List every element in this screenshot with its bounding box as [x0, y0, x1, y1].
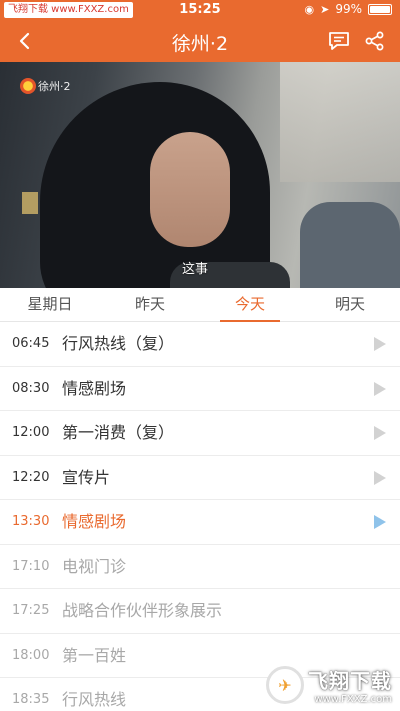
program-title: 第一消费（复） [62, 423, 175, 442]
schedule-row[interactable]: 08:30 情感剧场 [0, 367, 400, 411]
program-time: 18:00 [12, 647, 50, 663]
battery-percent: 99% [335, 2, 362, 16]
program-time: 13:30 [12, 514, 50, 529]
program-title: 行风热线（复） [62, 334, 175, 353]
channel-logo-icon [20, 78, 36, 94]
schedule-row[interactable]: 17:25 战略合作伙伴形象展示 [0, 589, 400, 634]
channel-logo: 徐州·2 [20, 78, 71, 94]
watermark-brand: 飞翔下载 [308, 669, 392, 693]
chat-bubble-icon [329, 32, 349, 50]
status-indicators: ◉ ➤ 99% [304, 2, 392, 16]
tab-1[interactable]: 昨天 [100, 288, 200, 321]
day-tabs: 星期日 昨天 今天 明天 [0, 288, 400, 322]
watermark-text: 飞翔下载 www.FXXZ.com [308, 665, 392, 705]
schedule-row[interactable]: 06:45 行风热线（复） [0, 322, 400, 367]
program-title: 战略合作伙伴形象展示 [62, 601, 223, 620]
nav-bar: 徐州·2 [0, 20, 400, 62]
play-icon[interactable] [374, 515, 386, 529]
location-icon: ➤ [320, 2, 330, 16]
schedule-row[interactable]: 17:10 电视门诊 [0, 545, 400, 589]
tab-2[interactable]: 今天 [200, 288, 300, 322]
video-subtitle: 这事 [182, 262, 209, 277]
program-title: 宣传片 [62, 467, 111, 487]
chevron-left-icon [19, 32, 30, 50]
status-bar: 飞翔下载 www.FXXZ.com 15:25 ◉ ➤ 99% [0, 0, 400, 20]
program-schedule: 06:45 行风热线（复） 08:30 情感剧场 12:00 第一消费（复） 12:20 宣传… [0, 322, 400, 711]
play-icon[interactable] [374, 426, 386, 440]
play-icon[interactable] [374, 337, 386, 351]
battery-icon [368, 3, 392, 15]
program-time: 06:45 [12, 336, 50, 351]
video-frame-face [150, 132, 230, 247]
program-title: 第一百姓 [62, 645, 127, 665]
share-icon [365, 31, 384, 51]
program-time: 08:30 [12, 380, 50, 396]
program-title: 电视门诊 [62, 556, 127, 576]
schedule-row[interactable]: 12:00 第一消费（复） [0, 411, 400, 456]
video-frame-chair [300, 202, 400, 288]
tab-3[interactable]: 明天 [300, 288, 400, 321]
watermark-url: www.FXXZ.com [314, 694, 392, 705]
program-time: 17:10 [12, 558, 50, 574]
program-title: 情感剧场 [62, 378, 127, 398]
video-frame-background [280, 62, 400, 182]
back-button[interactable] [10, 26, 40, 56]
schedule-row[interactable]: 12:20 宣传片 [0, 456, 400, 500]
program-title: 情感剧场 [62, 512, 127, 531]
play-icon[interactable] [374, 381, 386, 396]
tab-0[interactable]: 星期日 [0, 288, 100, 321]
program-time: 18:35 [12, 692, 50, 707]
share-button[interactable] [360, 26, 390, 56]
channel-logo-text: 徐州·2 [38, 80, 71, 93]
program-time: 12:20 [12, 469, 50, 485]
watermark-logo-icon: ✈ [266, 666, 304, 704]
watermark: ✈ 飞翔下载 www.FXXZ.com [266, 665, 392, 705]
play-icon[interactable] [374, 470, 386, 485]
program-time: 12:00 [12, 425, 50, 440]
video-corner-badge [22, 192, 38, 214]
lock-rotation-icon: ◉ [304, 2, 315, 16]
comment-button[interactable] [324, 26, 354, 56]
program-title: 行风热线 [62, 690, 127, 709]
video-player[interactable]: 徐州·2 这事 [0, 62, 400, 288]
program-time: 17:25 [12, 603, 50, 618]
schedule-row[interactable]: 13:30 情感剧场 [0, 500, 400, 545]
